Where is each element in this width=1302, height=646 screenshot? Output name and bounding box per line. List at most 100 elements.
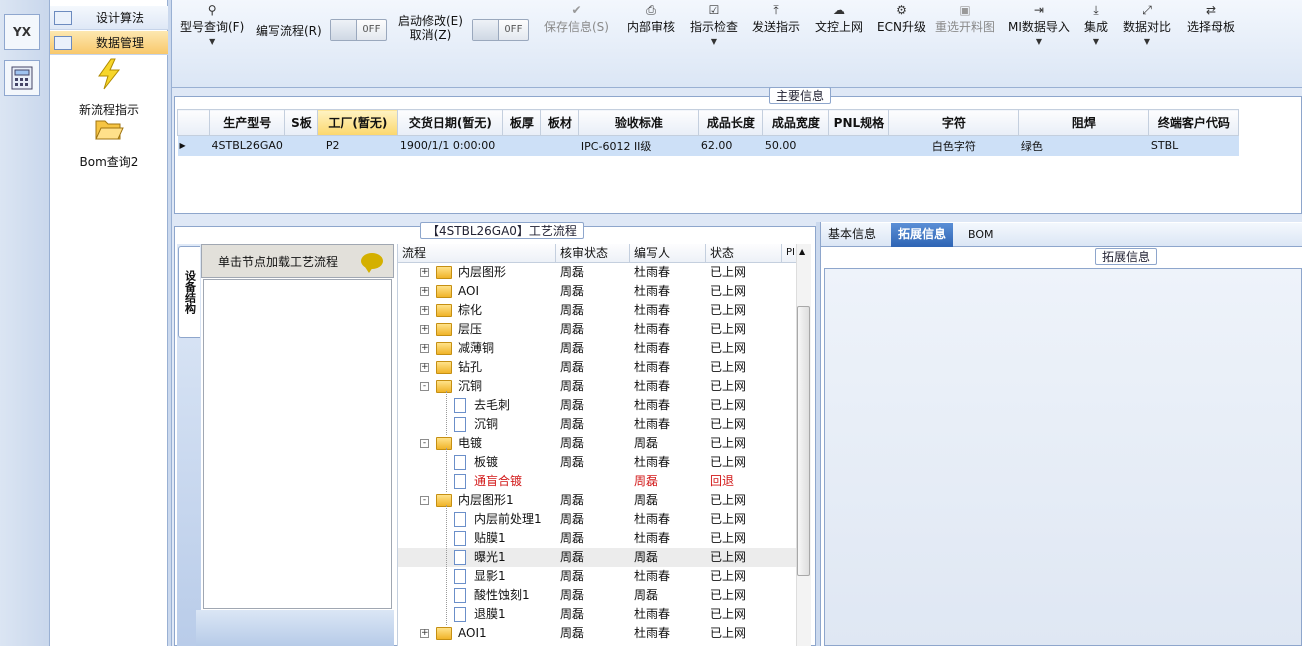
expand-icon[interactable]: + bbox=[420, 363, 429, 372]
cell-character[interactable]: 白色字符 bbox=[888, 135, 1019, 156]
expand-icon[interactable]: + bbox=[420, 325, 429, 334]
tab-extended-info[interactable]: 拓展信息 bbox=[891, 223, 954, 247]
cell-material[interactable] bbox=[540, 135, 579, 156]
column-header[interactable]: 终端客户代码 bbox=[1148, 109, 1240, 136]
ecn-upgrade-button[interactable]: ⚙ ECN升级 bbox=[877, 2, 926, 35]
cell-factory[interactable]: P2 bbox=[317, 135, 398, 156]
cell-delivery[interactable]: 1900/1/1 0:00:00 bbox=[397, 135, 503, 156]
column-header[interactable]: 字符 bbox=[888, 109, 1020, 136]
tab-bom[interactable]: BOM bbox=[961, 223, 1001, 247]
tree-row[interactable]: 曝光1 周磊 周磊 已上网 bbox=[398, 548, 798, 567]
tree-row[interactable]: 贴膜1 周磊 杜雨春 已上网 bbox=[398, 529, 798, 548]
tree-row[interactable]: + 棕化 周磊 杜雨春 已上网 bbox=[398, 301, 798, 320]
tree-cell-writer: 杜雨春 bbox=[634, 531, 671, 545]
tree-row[interactable]: 内层前处理1 周磊 杜雨春 已上网 bbox=[398, 510, 798, 529]
column-header[interactable]: 成品长度 bbox=[698, 109, 764, 136]
tree-row[interactable]: - 电镀 周磊 周磊 已上网 bbox=[398, 434, 798, 453]
column-header[interactable]: 板材 bbox=[540, 109, 580, 136]
table-row[interactable]: ▶ 4STBL26GA0 P2 1900/1/1 0:00:00 IPC-601… bbox=[177, 135, 1239, 156]
tree-column-header[interactable]: 编写人 bbox=[630, 244, 706, 263]
tree-row[interactable]: 板镀 周磊 杜雨春 已上网 bbox=[398, 453, 798, 472]
shuffle-icon: ⇄ bbox=[1205, 3, 1217, 17]
cell-length[interactable]: 62.00 bbox=[698, 135, 763, 156]
tree-column-header[interactable]: 流程 bbox=[398, 244, 556, 263]
collapse-icon[interactable]: - bbox=[420, 496, 429, 505]
cell-width[interactable]: 50.00 bbox=[762, 135, 829, 156]
tree-row[interactable]: 酸性蚀刻1 周磊 周磊 已上网 bbox=[398, 586, 798, 605]
tree-row[interactable]: 显影1 周磊 杜雨春 已上网 bbox=[398, 567, 798, 586]
cell-s-board[interactable] bbox=[284, 135, 318, 156]
expand-icon[interactable]: + bbox=[420, 268, 429, 277]
column-header[interactable]: 工厂(暂无) bbox=[317, 109, 399, 136]
expand-icon[interactable]: + bbox=[420, 344, 429, 353]
new-flow-instruction-button[interactable]: 新流程指示 bbox=[50, 58, 168, 118]
app-logo-icon[interactable]: YX bbox=[4, 14, 40, 50]
tree-row[interactable]: 去毛刺 周磊 杜雨春 已上网 bbox=[398, 396, 798, 415]
cell-solder-mask[interactable]: 绿色 bbox=[1018, 135, 1149, 156]
cell-pnl[interactable] bbox=[828, 135, 889, 156]
column-header[interactable]: S板 bbox=[284, 109, 319, 136]
send-instruction-button[interactable]: ⤒ 发送指示 bbox=[752, 2, 800, 35]
write-flow-toggle[interactable]: OFF bbox=[330, 19, 387, 41]
tree-row[interactable]: 退膜1 周磊 杜雨春 已上网 bbox=[398, 605, 798, 624]
doc-online-button[interactable]: ☁ 文控上网 bbox=[815, 2, 863, 35]
tree-cell-review: 周磊 bbox=[560, 417, 585, 431]
app-logo-text: YX bbox=[13, 25, 31, 39]
bom-query2-button[interactable]: Bom查询2 bbox=[50, 116, 168, 170]
tab-basic-info[interactable]: 基本信息 bbox=[821, 223, 883, 247]
start-modify-toggle[interactable]: OFF bbox=[472, 19, 529, 41]
save-info-button[interactable]: ✔ 保存信息(S) bbox=[544, 2, 609, 35]
collapse-icon[interactable]: - bbox=[420, 439, 429, 448]
tree-row[interactable]: + 钻孔 周磊 杜雨春 已上网 bbox=[398, 358, 798, 377]
vertical-splitter[interactable] bbox=[168, 0, 172, 646]
tree-column-header[interactable]: 核审状态 bbox=[556, 244, 630, 263]
node-list[interactable] bbox=[203, 279, 392, 609]
menu-item-design-algorithm[interactable]: 设计算法 bbox=[50, 6, 168, 30]
column-header[interactable]: PNL规格 bbox=[828, 109, 890, 136]
tree-cell-status: 已上网 bbox=[710, 360, 747, 374]
tree-row[interactable]: + 层压 周磊 杜雨春 已上网 bbox=[398, 320, 798, 339]
left-menu: 设计算法 数据管理 新流程指示 Bom查询2 bbox=[50, 0, 168, 646]
internal-review-button[interactable]: ⎙ 内部审核 bbox=[627, 2, 675, 35]
tree-column-header[interactable]: 状态 bbox=[706, 244, 782, 263]
cell-model[interactable]: 4STBL26GA0 bbox=[209, 135, 285, 156]
tree-cell-status: 已上网 bbox=[710, 531, 747, 545]
tree-row[interactable]: 沉铜 周磊 杜雨春 已上网 bbox=[398, 415, 798, 434]
reselect-image-button[interactable]: ▣ 重选开料图 bbox=[935, 2, 995, 35]
tree-row[interactable]: + 内层图形 周磊 杜雨春 已上网 bbox=[398, 263, 798, 282]
column-header[interactable]: 验收标准 bbox=[578, 109, 700, 136]
cell-standard[interactable]: IPC-6012 II级 bbox=[578, 135, 699, 156]
integrate-button[interactable]: ⤓ 集成 ▼ bbox=[1084, 2, 1108, 47]
tree-cell-review: 周磊 bbox=[560, 455, 585, 469]
tree-row[interactable]: - 沉铜 周磊 杜雨春 已上网 bbox=[398, 377, 798, 396]
calculator-icon[interactable] bbox=[4, 60, 40, 96]
cell-thickness[interactable] bbox=[502, 135, 541, 156]
model-query-button[interactable]: ⚲ 型号查询(F) ▼ bbox=[180, 2, 244, 47]
toggle-value: OFF bbox=[504, 24, 523, 35]
expand-icon[interactable]: + bbox=[420, 287, 429, 296]
column-header[interactable]: 板厚 bbox=[502, 109, 542, 136]
menu-item-data-management[interactable]: 数据管理 bbox=[50, 31, 168, 55]
tree-row[interactable]: + AOI1 周磊 杜雨春 已上网 bbox=[398, 624, 798, 643]
expand-icon[interactable]: + bbox=[420, 629, 429, 638]
tree-row[interactable]: - 内层图形1 周磊 周磊 已上网 bbox=[398, 491, 798, 510]
expand-icon[interactable]: + bbox=[420, 306, 429, 315]
collapse-icon[interactable]: - bbox=[420, 382, 429, 391]
tree-row[interactable]: + AOI 周磊 杜雨春 已上网 bbox=[398, 282, 798, 301]
mi-import-button[interactable]: ⇥ MI数据导入 ▼ bbox=[1008, 2, 1070, 47]
column-header[interactable]: 交货日期(暂无) bbox=[397, 109, 504, 136]
process-tree: 流程 核审状态 编写人 状态 PI + 内层图形 周磊 杜雨春 已上网 + AOI 周磊 杜雨春… bbox=[397, 244, 811, 646]
select-motherboard-button[interactable]: ⇄ 选择母板 bbox=[1187, 2, 1235, 35]
app-rail: YX bbox=[0, 0, 50, 646]
data-compare-button[interactable]: ⤢ 数据对比 ▼ bbox=[1123, 2, 1171, 47]
tree-row[interactable]: + 减薄铜 周磊 杜雨春 已上网 bbox=[398, 339, 798, 358]
cell-customer-code[interactable]: STBL bbox=[1148, 135, 1239, 156]
column-header[interactable]: 成品宽度 bbox=[762, 109, 830, 136]
scroll-up-icon[interactable]: ▲ bbox=[799, 247, 805, 256]
tree-scrollbar-thumb[interactable] bbox=[797, 306, 810, 576]
instruction-check-button[interactable]: ☑ 指示检查 ▼ bbox=[690, 2, 738, 47]
column-header[interactable]: 生产型号 bbox=[208, 109, 286, 136]
tree-row[interactable]: 通盲合镀 周磊 回退 bbox=[398, 472, 798, 491]
tab-equipment-structure[interactable]: 设备结构 bbox=[178, 246, 200, 338]
column-header[interactable]: 阻焊 bbox=[1018, 109, 1150, 136]
